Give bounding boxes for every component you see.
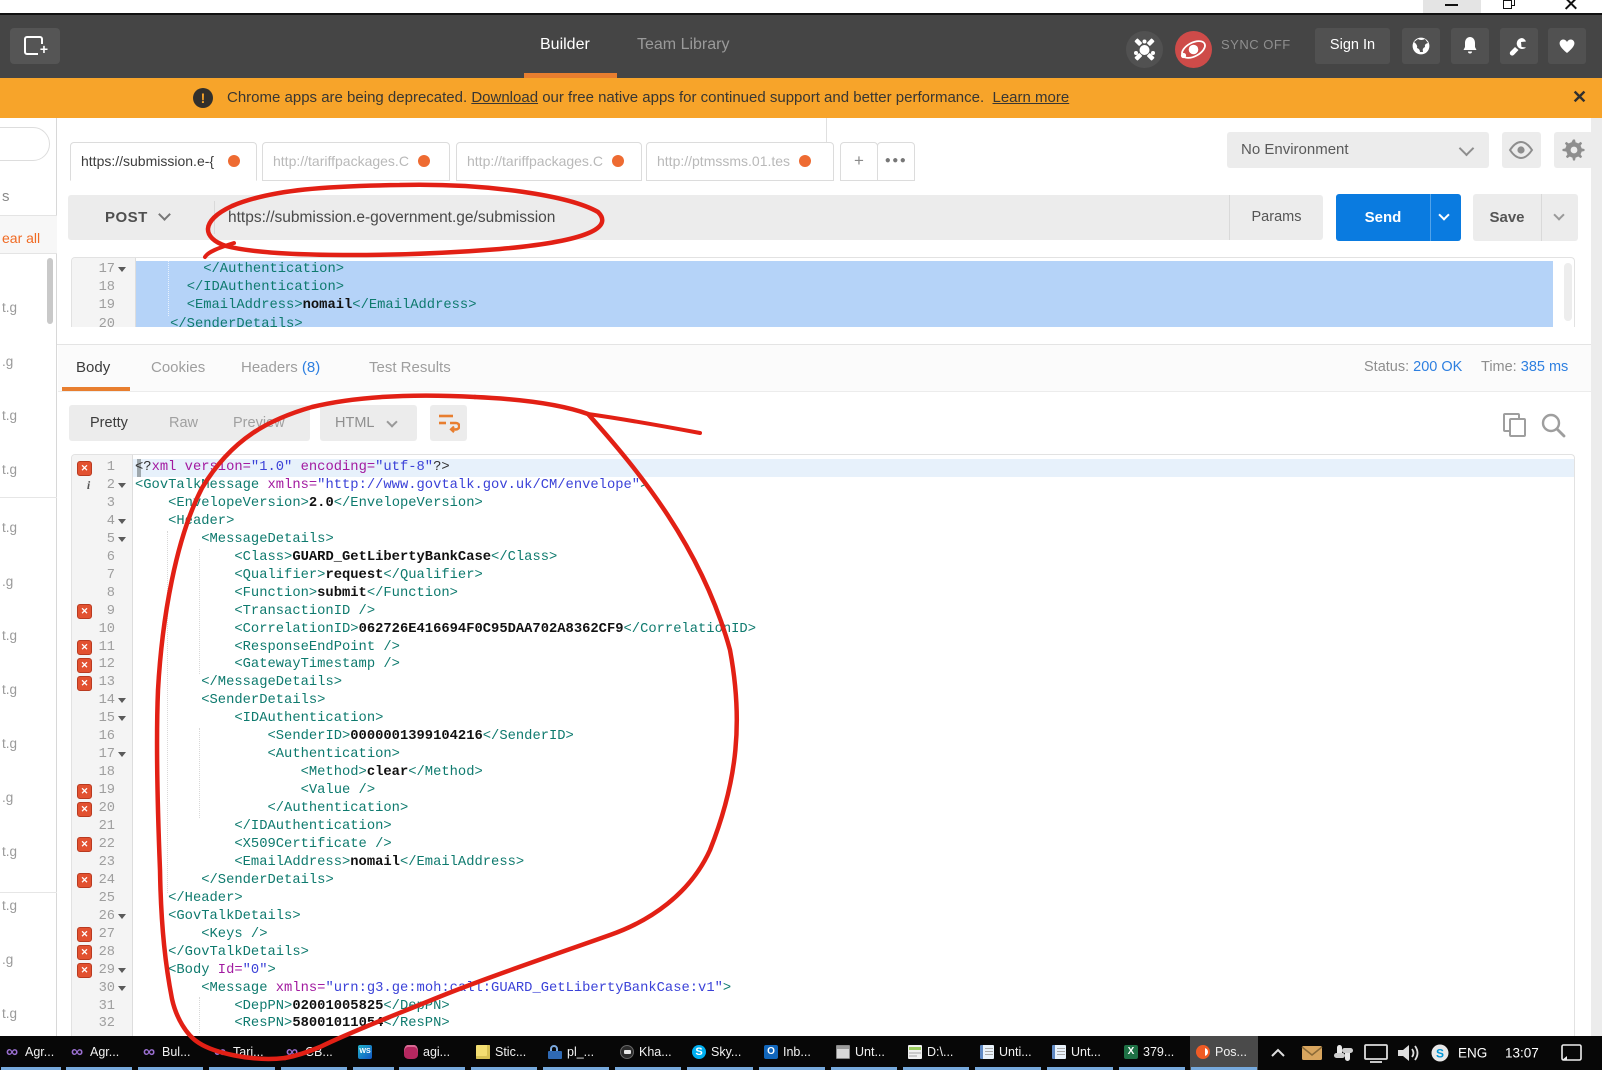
svg-text:ENG: ENG bbox=[1458, 1046, 1487, 1061]
svg-text:13:07: 13:07 bbox=[1505, 1046, 1539, 1061]
svg-text:S: S bbox=[1436, 1047, 1444, 1061]
